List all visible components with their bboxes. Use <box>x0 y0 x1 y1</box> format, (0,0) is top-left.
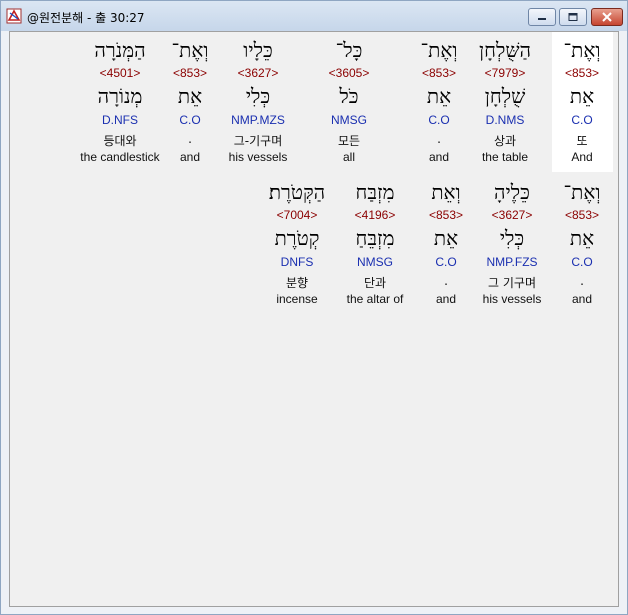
hebrew-word[interactable]: וְאֶת־ <box>421 38 458 63</box>
lemma-word: מְנוֹרָה <box>97 84 143 108</box>
korean-gloss: 또 <box>576 134 588 148</box>
korean-gloss: 그-기구며 <box>233 134 283 148</box>
lemma-word: כְּלִי <box>245 84 271 108</box>
strong-number[interactable]: <4501> <box>100 66 141 80</box>
minimize-button[interactable] <box>528 8 556 26</box>
close-button[interactable] <box>591 8 623 26</box>
english-gloss: and <box>428 150 450 164</box>
morph-code: NMP.FZS <box>486 255 538 269</box>
english-gloss: and <box>179 150 201 164</box>
close-icon <box>602 12 612 22</box>
english-gloss: his vessels <box>482 292 542 306</box>
minimize-icon <box>538 18 546 20</box>
strong-number[interactable]: <853> <box>565 66 599 80</box>
english-gloss: all <box>342 150 356 164</box>
english-gloss: incense <box>276 292 318 306</box>
morph-code: NMSG <box>357 255 393 269</box>
app-icon <box>6 8 22 24</box>
hebrew-word[interactable]: וְאֶת־ <box>564 38 601 63</box>
maximize-icon <box>568 13 578 21</box>
lemma-word: אֵת <box>433 226 459 250</box>
strong-number[interactable]: <3627> <box>492 208 533 222</box>
lemma-word: כְּלִי <box>499 226 525 250</box>
english-gloss: And <box>571 150 593 164</box>
strong-number[interactable]: <7004> <box>277 208 318 222</box>
hebrew-word[interactable]: הַשֻּׁלְחָן <box>479 38 531 63</box>
strong-number[interactable]: <7979> <box>485 66 526 80</box>
korean-gloss: 그 기구며 <box>488 276 536 290</box>
lemma-word: קְטֹרֶת <box>274 226 320 250</box>
english-gloss: the altar of <box>346 292 404 306</box>
korean-gloss: 모든 <box>337 134 361 148</box>
hebrew-word[interactable]: מִזְבַּח <box>356 180 395 205</box>
korean-gloss: 등대와 <box>103 134 137 148</box>
lemma-word: אֵת <box>569 84 595 108</box>
hebrew-word[interactable]: הַמְּנֹרָה <box>94 38 145 63</box>
english-gloss: and <box>571 292 593 306</box>
morph-code: D.NFS <box>102 113 138 127</box>
strong-number[interactable]: <3627> <box>238 66 279 80</box>
hebrew-word[interactable]: וְאֶת־ <box>564 180 601 205</box>
hebrew-word[interactable]: כֵּלֶיהָ <box>494 180 530 205</box>
interlinear-view[interactable]: וְאֶת־ <853> אֵת C.O 또 And הַשֻּׁלְחָן <7979> שֻ… <box>9 31 619 607</box>
english-gloss: the candlestick <box>80 150 160 164</box>
korean-gloss: 분향 <box>285 276 309 290</box>
hebrew-word[interactable]: הַקְּטֹרֶת׃ <box>269 180 325 205</box>
english-gloss: and <box>435 292 457 306</box>
morph-code: C.O <box>179 113 201 127</box>
korean-gloss: 상과 <box>493 134 517 148</box>
lemma-word: שֻׁלְחָן <box>484 84 526 108</box>
strong-number[interactable]: <4196> <box>355 208 396 222</box>
lemma-word: אֵת <box>177 84 203 108</box>
lemma-word: כֹּל <box>339 84 359 108</box>
title-bar[interactable]: @원전분해 - 출 30:27 <box>1 1 627 31</box>
morph-code: C.O <box>571 113 593 127</box>
strong-number[interactable]: <853> <box>173 66 207 80</box>
morph-code: C.O <box>428 113 450 127</box>
morph-code: C.O <box>435 255 457 269</box>
korean-gloss: . <box>580 274 584 288</box>
strong-number[interactable]: <853> <box>565 208 599 222</box>
window-title: @원전분해 - 출 30:27 <box>27 11 145 25</box>
korean-gloss: . <box>437 132 441 146</box>
morph-code: DNFS <box>280 255 314 269</box>
lemma-word: מִזְבֵּחַ <box>355 226 395 250</box>
hebrew-word[interactable]: כָּל־ <box>336 38 363 63</box>
english-gloss: his vessels <box>228 150 288 164</box>
morph-code: D.NMS <box>485 113 525 127</box>
morph-code: NMP.MZS <box>231 113 285 127</box>
morph-code: NMSG <box>331 113 367 127</box>
hebrew-word[interactable]: כֵּלָיו <box>243 38 273 63</box>
english-gloss: the table <box>481 150 529 164</box>
strong-number[interactable]: <3605> <box>329 66 370 80</box>
app-window: @원전분해 - 출 30:27 וְאֶת־ <853> אֵת C.O 또 And הַש… <box>0 0 628 615</box>
morph-code: C.O <box>571 255 593 269</box>
hebrew-word[interactable]: וְאֵת <box>431 180 460 205</box>
lemma-word: אֵת <box>426 84 452 108</box>
korean-gloss: . <box>444 274 448 288</box>
strong-number[interactable]: <853> <box>422 66 456 80</box>
maximize-button[interactable] <box>559 8 587 26</box>
strong-number[interactable]: <853> <box>429 208 463 222</box>
hebrew-word[interactable]: וְאֶת־ <box>172 38 209 63</box>
korean-gloss: 단과 <box>363 276 387 290</box>
lemma-word: אֵת <box>569 226 595 250</box>
korean-gloss: . <box>188 132 192 146</box>
